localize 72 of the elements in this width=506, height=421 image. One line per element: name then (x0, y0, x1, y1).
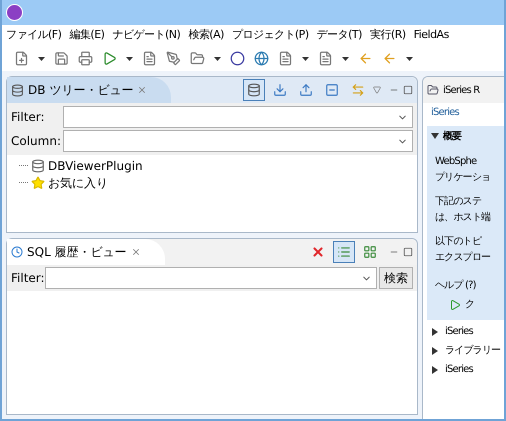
combo-field[interactable] (44, 267, 377, 289)
star-icon (31, 176, 45, 190)
delete-icon (311, 245, 325, 259)
tree-item[interactable]: DBViewerPlugin (19, 157, 405, 174)
database-icon (31, 158, 45, 172)
expand-icon[interactable] (431, 346, 439, 354)
combo-field[interactable] (63, 130, 413, 152)
menu-item[interactable]: ファイル(F) (6, 27, 62, 44)
close-icon[interactable] (130, 247, 141, 257)
menu-item[interactable]: プロジェクト(P) (232, 27, 309, 44)
section-header[interactable]: iSeries (431, 360, 504, 379)
document-icon[interactable] (318, 51, 333, 66)
close-icon[interactable] (137, 85, 148, 95)
grid-icon (363, 245, 377, 259)
field-label: Filter: (11, 270, 45, 287)
run-icon[interactable] (102, 51, 117, 66)
import-icon (273, 83, 287, 97)
section-header[interactable]: 概要 (431, 126, 504, 146)
export-icon (299, 83, 313, 97)
folder-icon (427, 84, 439, 96)
menu-item[interactable]: ナビゲート(N) (112, 27, 180, 44)
database-icon (247, 83, 261, 97)
database-icon (11, 84, 24, 96)
field-label: Filter: (11, 109, 46, 126)
document-icon[interactable] (278, 51, 293, 66)
maximize-icon[interactable] (403, 85, 413, 95)
menu-item[interactable]: データ(T) (316, 27, 362, 44)
caret-icon[interactable] (126, 56, 133, 60)
document-icon[interactable] (142, 51, 157, 66)
section-header[interactable]: iSeries (431, 322, 504, 341)
caret-icon[interactable] (38, 56, 45, 60)
folder-icon[interactable] (190, 51, 205, 66)
clock-icon (11, 246, 23, 258)
combo-field[interactable] (63, 106, 413, 128)
view-tab[interactable]: SQL 履歴・ビュー (7, 239, 165, 265)
play-icon (449, 298, 461, 310)
caret-icon[interactable] (406, 56, 413, 60)
save-icon[interactable] (54, 51, 69, 66)
pane-toolbar-button[interactable] (243, 79, 265, 101)
expand-icon[interactable] (431, 132, 439, 140)
sphere-icon[interactable] (230, 51, 245, 66)
caret-icon[interactable] (302, 56, 309, 60)
globe-icon[interactable] (254, 51, 269, 66)
expand-icon[interactable] (431, 366, 439, 374)
page-heading: iSeries (430, 106, 460, 120)
search-button[interactable]: 検索 (379, 267, 413, 289)
field-label: Column: (11, 133, 62, 150)
print-icon[interactable] (78, 51, 93, 66)
view-tab[interactable]: DB ツリー・ビュー (7, 77, 172, 103)
menu-item[interactable]: FieldAs (414, 27, 449, 44)
list-icon (337, 245, 351, 259)
section-header[interactable]: ライブラリー (431, 341, 504, 360)
view-menu-icon[interactable] (373, 86, 381, 94)
menu-item[interactable]: 編集(E) (69, 27, 104, 44)
caret-icon[interactable] (342, 56, 349, 60)
pane-toolbar-button[interactable] (333, 241, 355, 263)
link[interactable]: ク (465, 297, 474, 312)
arrows-icon (351, 83, 365, 97)
paragraph: WebSphe プリケーショ (434, 155, 492, 185)
menu-item[interactable]: 検索(A) (188, 27, 224, 44)
paragraph: 下記のステ は、ホスト端 (434, 194, 492, 225)
maximize-icon[interactable] (403, 247, 413, 257)
expand-icon[interactable] (431, 328, 439, 336)
new-file-icon[interactable] (14, 51, 29, 66)
app-logo-icon (6, 4, 23, 21)
paragraph: 以下のトピ エクスプロー (434, 234, 492, 265)
help-text: ヘルプ (?) (434, 278, 477, 293)
caret-icon[interactable] (214, 56, 221, 60)
tree-item[interactable]: お気に入り (19, 174, 405, 191)
menu-item[interactable]: 実行(R) (370, 27, 406, 44)
pen-icon[interactable] (166, 51, 181, 66)
collapse-icon (325, 83, 339, 97)
